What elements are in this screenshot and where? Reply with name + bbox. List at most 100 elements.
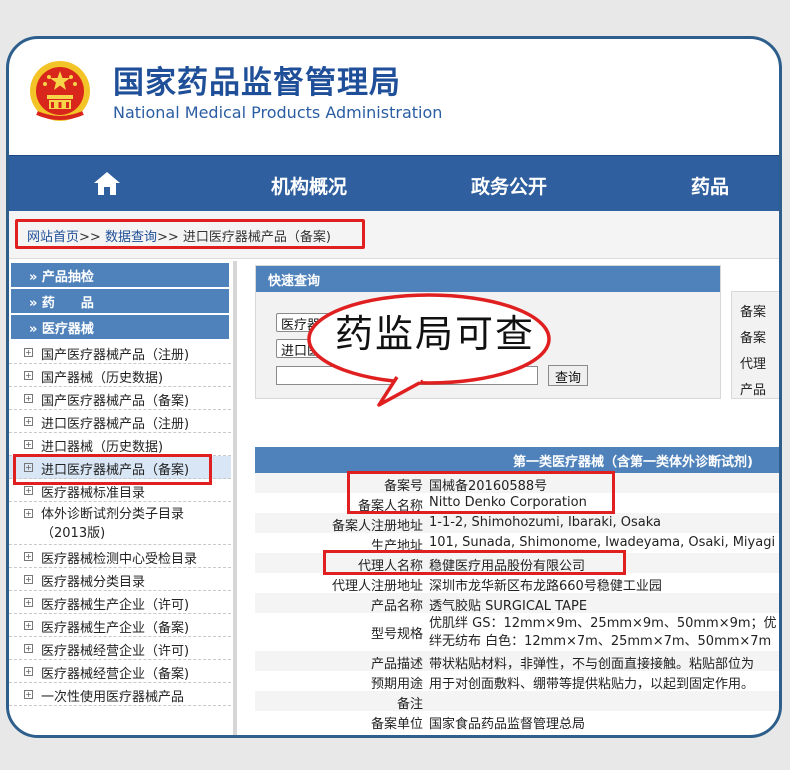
sidebar-item-label: 医疗器械检测中心受检目录 [41, 552, 198, 567]
field-label: 代理人名称 [357, 559, 423, 574]
sidebar-item-ivd-catalog[interactable]: + 体外诊断试剂分类子目录（2013版) [9, 502, 231, 545]
sidebar-item-label: 国产医疗器械产品（备案) [41, 394, 190, 409]
field-label: 备案号 [383, 479, 423, 494]
expand-icon: + [24, 575, 33, 584]
expand-icon: + [24, 440, 33, 449]
field-value: 101, Sunada, Shimonome, Iwadeyama, Osaki… [429, 535, 776, 550]
field-label: 备案单位 [370, 717, 423, 732]
breadcrumb-current: 进口医疗器械产品（备案) [182, 230, 331, 245]
expand-icon: + [24, 463, 33, 472]
sidebar-item-label: 医疗器械经营企业（许可) [41, 644, 190, 659]
expand-icon: + [24, 552, 33, 561]
table-row: 代理人名称 稳健医疗用品股份有限公司 [255, 553, 779, 574]
sidebar-item-classification[interactable]: + 医疗器械分类目录 [9, 568, 231, 591]
field-label: 备案人名称 [357, 499, 423, 514]
sidebar-item-single-use[interactable]: + 一次性使用医疗器械产品 [9, 683, 231, 706]
sidebar-item-label: 医疗器械标准目录 [41, 486, 146, 501]
home-icon[interactable] [93, 170, 121, 196]
search-input[interactable] [276, 366, 538, 385]
breadcrumb-separator: >> [79, 230, 101, 245]
sidebar-head-drugs[interactable]: » 药 品 [11, 289, 229, 313]
sidebar-item-label: 医疗器械经营企业（备案) [41, 667, 190, 682]
field-value: 国械备20160588号 [429, 479, 548, 494]
sidebar-head-sampling[interactable]: » 产品抽检 [11, 263, 229, 287]
expand-icon: + [24, 667, 33, 676]
sidebar-item-domestic-registered[interactable]: + 国产医疗器械产品（注册) [9, 341, 231, 364]
sidebar-item-label: 一次性使用医疗器械产品 [41, 690, 185, 705]
breadcrumb-query-link[interactable]: 数据查询 [105, 230, 157, 245]
field-value: 1-1-2, Shimohozumi, Ibaraki, Osaka [429, 515, 661, 530]
detail-rows: 备案号 国械备20160588号 备案人名称 Nitto Denko Corpora… [255, 473, 779, 732]
breadcrumb: 网站首页>> 数据查询>> 进口医疗器械产品（备案) [15, 219, 365, 249]
field-value: 用于对创面敷料、绷带等提供粘贴力，以起到固定作用。 [429, 677, 755, 692]
breadcrumb-home-link[interactable]: 网站首页 [27, 230, 79, 245]
main-nav: 机构概况 政务公开 药品 [9, 155, 779, 211]
sidebar: » 产品抽检 » 药 品 » 医疗器械 + 国产医疗器械产品（注册) + 国产器械（… [9, 261, 231, 735]
expand-icon: + [24, 371, 33, 380]
field-value-line: 绊无纺布 白色：12mm×7m、25mm×7m、50mm×7m [429, 634, 772, 649]
breadcrumb-separator: >> [156, 230, 179, 245]
search-button[interactable]: 查询 [548, 365, 588, 386]
site-subtitle: National Medical Products Administration [113, 103, 443, 122]
expand-icon: + [24, 509, 33, 518]
table-row: 型号规格 优肌绊 GS：12mm×9m、25mm×9m、50mm×9m；优 绊无纺布… [255, 613, 779, 651]
table-row: 预期用途 用于对创面敷料、绷带等提供粘贴力，以起到固定作用。 [255, 671, 779, 692]
page-frame: 国家药品监督管理局 National Medical Products Admi… [6, 36, 782, 738]
sidebar-item-testing-center[interactable]: + 医疗器械检测中心受检目录 [9, 545, 231, 568]
nav-item-org[interactable]: 机构概况 [271, 172, 347, 199]
expand-icon: + [24, 621, 33, 630]
callout-text: 药监局可查 [335, 312, 536, 356]
sidebar-item-label: 国产器械（历史数据) [41, 371, 164, 386]
sidebar-item-domestic-filed[interactable]: + 国产医疗器械产品（备案) [9, 387, 231, 410]
detail-title: 第一类医疗器械（含第一类体外诊断试剂) [255, 447, 779, 473]
sidebar-item-label: 医疗器械分类目录 [41, 575, 146, 590]
field-value: 优肌绊 GS：12mm×9m、25mm×9m、50mm×9m；优 绊无纺布 白色：… [429, 615, 777, 651]
sidebar-item-label: 医疗器械生产企业（许可) [41, 598, 190, 613]
sidebar-head-devices[interactable]: » 医疗器械 [11, 315, 229, 339]
expand-icon: + [24, 598, 33, 607]
field-value: Nitto Denko Corporation [429, 495, 587, 510]
table-row: 产品描述 带状粘贴材料，非弹性，不与创面直接接触。粘贴部位为 [255, 651, 779, 672]
table-row: 备案人名称 Nitto Denko Corporation [255, 493, 779, 514]
sidebar-item-label: 体外诊断试剂分类子目录（2013版) [41, 507, 185, 541]
side-detail-panel: 备案 备案 代理 产品 [731, 291, 779, 399]
expand-icon: + [24, 417, 33, 426]
sidebar-item-manufacturer-filed[interactable]: + 医疗器械生产企业（备案) [9, 614, 231, 637]
category-select-value: 医疗器械 [281, 318, 334, 333]
table-row: 产品名称 透气胶贴 SURGICAL TAPE [255, 593, 779, 614]
expand-icon: + [24, 348, 33, 357]
table-row: 备案人注册地址 1-1-2, Shimohozumi, Ibaraki, Osak… [255, 513, 779, 534]
field-label: 代理人注册地址 [331, 579, 423, 594]
sidebar-item-domestic-history[interactable]: + 国产器械（历史数据) [9, 364, 231, 387]
field-value: 深圳市龙华新区布龙路660号稳健工业园 [429, 579, 662, 594]
field-label: 型号规格 [370, 627, 423, 642]
sidebar-item-import-history[interactable]: + 进口器械（历史数据) [9, 433, 231, 456]
national-emblem-icon [30, 61, 90, 121]
field-value: 国家食品药品监督管理总局 [429, 717, 586, 732]
sidebar-item-import-filed[interactable]: + 进口医疗器械产品（备案) [9, 454, 231, 485]
field-label: 预期用途 [370, 677, 423, 692]
expand-icon: + [24, 644, 33, 653]
column-divider [233, 261, 237, 735]
nav-item-drugs[interactable]: 药品 [691, 172, 729, 199]
sidebar-item-label: 进口医疗器械产品（注册) [41, 417, 190, 432]
field-label: 产品描述 [370, 657, 423, 672]
side-detail-label: 备案 [740, 305, 767, 320]
field-value-line: 优肌绊 GS：12mm×9m、25mm×9m、50mm×9m；优 [429, 616, 777, 631]
sidebar-item-label: 国产医疗器械产品（注册) [41, 348, 190, 363]
field-value: 带状粘贴材料，非弹性，不与创面直接接触。粘贴部位为 [429, 657, 755, 672]
breadcrumb-bar: 网站首页>> 数据查询>> 进口医疗器械产品（备案) [9, 211, 779, 259]
expand-icon: + [24, 690, 33, 699]
sidebar-item-label: 进口医疗器械产品（备案) [41, 463, 190, 478]
nav-item-gov-affairs[interactable]: 政务公开 [471, 172, 547, 199]
sidebar-item-label: 医疗器械生产企业（备案) [41, 621, 190, 636]
sidebar-item-distributor-filed[interactable]: + 医疗器械经营企业（备案) [9, 660, 231, 683]
detail-table: 第一类医疗器械（含第一类体外诊断试剂) 备案号 国械备20160588号 备案人名… [255, 447, 779, 732]
expand-icon: + [24, 486, 33, 495]
sidebar-item-standards[interactable]: + 医疗器械标准目录 [9, 479, 231, 502]
field-label: 生产地址 [370, 539, 423, 554]
sidebar-item-distributor-licensed[interactable]: + 医疗器械经营企业（许可) [9, 637, 231, 660]
sidebar-item-import-registered[interactable]: + 进口医疗器械产品（注册) [9, 410, 231, 433]
sidebar-item-manufacturer-licensed[interactable]: + 医疗器械生产企业（许可) [9, 591, 231, 614]
side-detail-label: 备案 [740, 331, 767, 346]
